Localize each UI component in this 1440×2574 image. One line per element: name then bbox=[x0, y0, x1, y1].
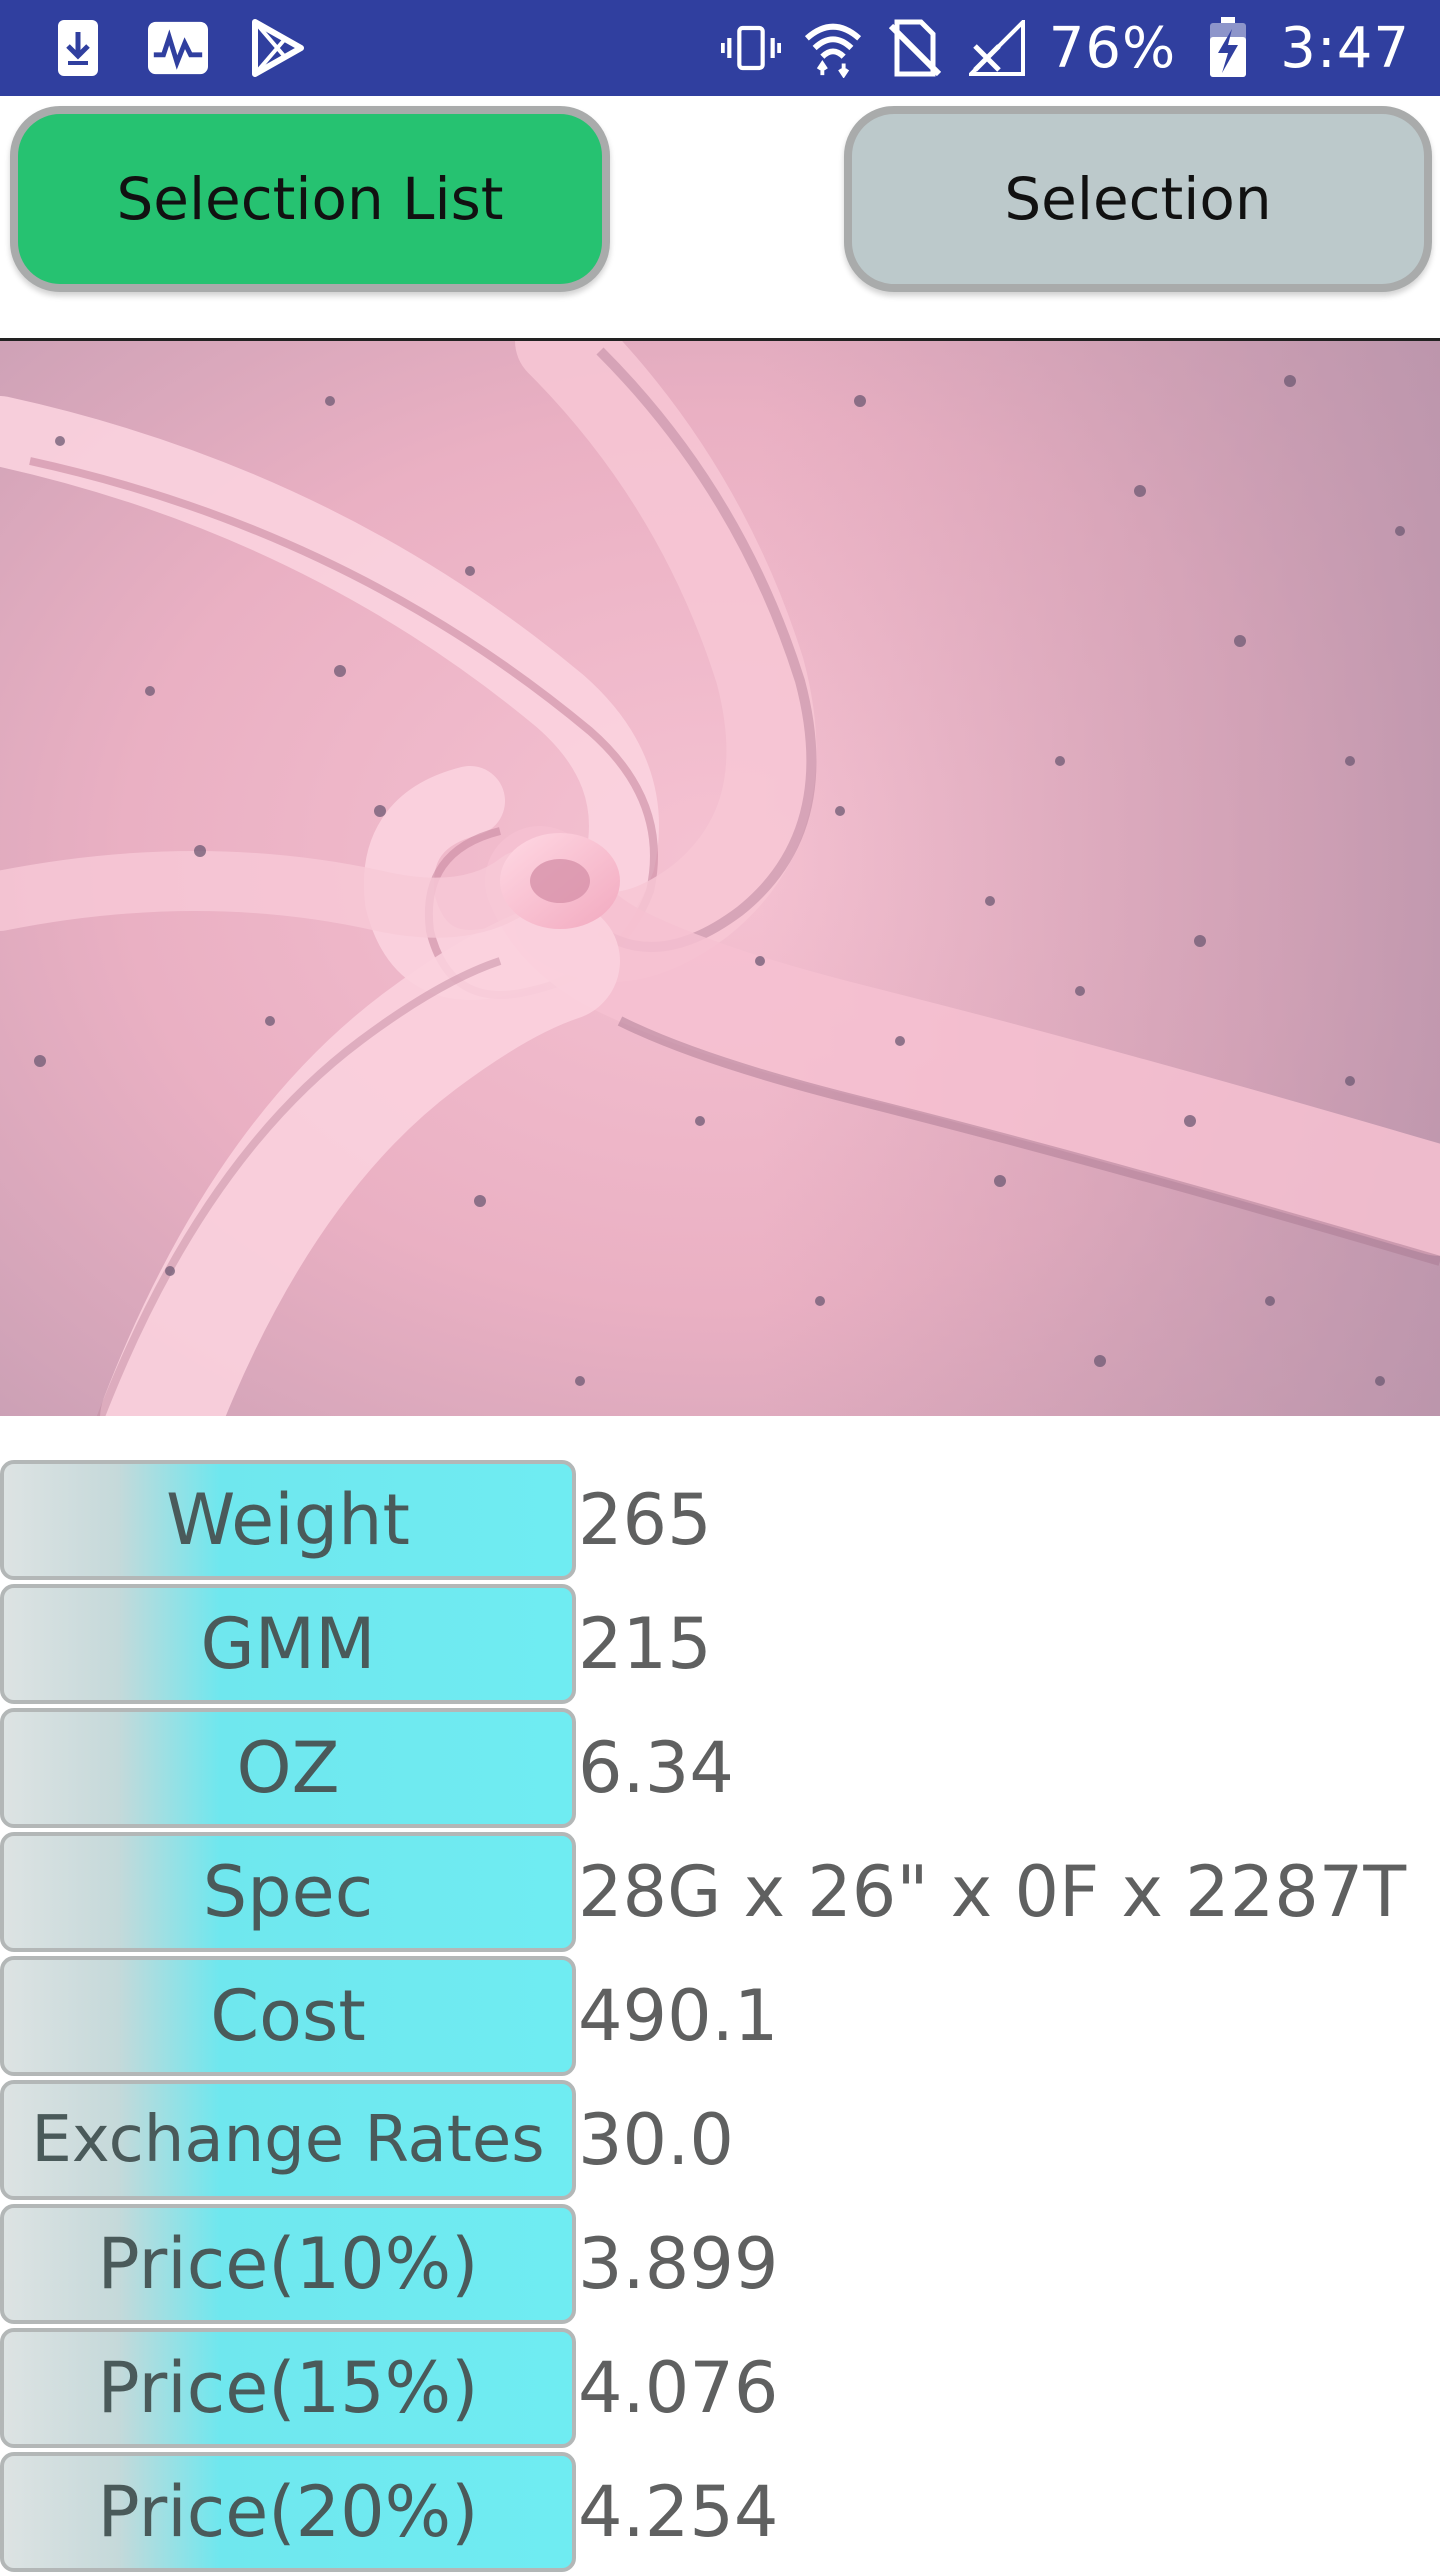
detail-row-spec: Spec 28G x 26" x 0F x 2287T bbox=[0, 1830, 1440, 1954]
wifi-icon bbox=[803, 18, 863, 78]
detail-value: 28G x 26" x 0F x 2287T bbox=[578, 1851, 1407, 1933]
detail-row-gmm: GMM 215 bbox=[0, 1582, 1440, 1706]
detail-value: 265 bbox=[578, 1479, 712, 1561]
fabric-details-table: Weight 265 GMM 215 OZ 6.34 Spec 28G x 26… bbox=[0, 1458, 1440, 2574]
vibrate-icon bbox=[720, 18, 781, 78]
detail-row-oz: OZ 6.34 bbox=[0, 1706, 1440, 1830]
play-store-icon bbox=[248, 18, 308, 78]
battery-charging-icon bbox=[1198, 17, 1258, 78]
detail-value: 4.254 bbox=[578, 2471, 779, 2553]
detail-value: 30.0 bbox=[578, 2099, 734, 2181]
detail-row-weight: Weight 265 bbox=[0, 1458, 1440, 1582]
detail-label: Weight bbox=[0, 1460, 576, 1580]
system-icons: 76% 3:47 bbox=[720, 0, 1410, 96]
activity-chart-icon bbox=[148, 18, 208, 78]
detail-value: 6.34 bbox=[578, 1727, 734, 1809]
status-bar: 76% 3:47 bbox=[0, 0, 1440, 96]
detail-label: Price(20%) bbox=[0, 2452, 576, 2572]
detail-value: 215 bbox=[578, 1603, 712, 1685]
fabric-image bbox=[0, 338, 1440, 1416]
detail-row-cost: Cost 490.1 bbox=[0, 1954, 1440, 2078]
selection-list-button[interactable]: Selection List bbox=[10, 106, 610, 292]
detail-label: GMM bbox=[0, 1584, 576, 1704]
detail-row-exchange-rates: Exchange Rates 30.0 bbox=[0, 2078, 1440, 2202]
notification-icons bbox=[48, 18, 308, 78]
detail-row-price-20: Price(20%) 4.254 bbox=[0, 2450, 1440, 2574]
detail-row-price-15: Price(15%) 4.076 bbox=[0, 2326, 1440, 2450]
detail-label: Cost bbox=[0, 1956, 576, 2076]
detail-label: OZ bbox=[0, 1708, 576, 1828]
detail-label: Price(15%) bbox=[0, 2328, 576, 2448]
detail-label: Price(10%) bbox=[0, 2204, 576, 2324]
selection-button[interactable]: Selection bbox=[844, 106, 1432, 292]
detail-row-price-10: Price(10%) 3.899 bbox=[0, 2202, 1440, 2326]
signal-icon bbox=[967, 18, 1027, 78]
no-sim-icon bbox=[885, 18, 945, 78]
detail-value: 490.1 bbox=[578, 1975, 779, 2057]
clock: 3:47 bbox=[1280, 15, 1410, 81]
battery-percent: 76% bbox=[1048, 15, 1177, 81]
detail-value: 3.899 bbox=[578, 2223, 779, 2305]
download-icon bbox=[48, 18, 108, 78]
detail-label: Exchange Rates bbox=[0, 2080, 576, 2200]
detail-label: Spec bbox=[0, 1832, 576, 1952]
detail-value: 4.076 bbox=[578, 2347, 779, 2429]
